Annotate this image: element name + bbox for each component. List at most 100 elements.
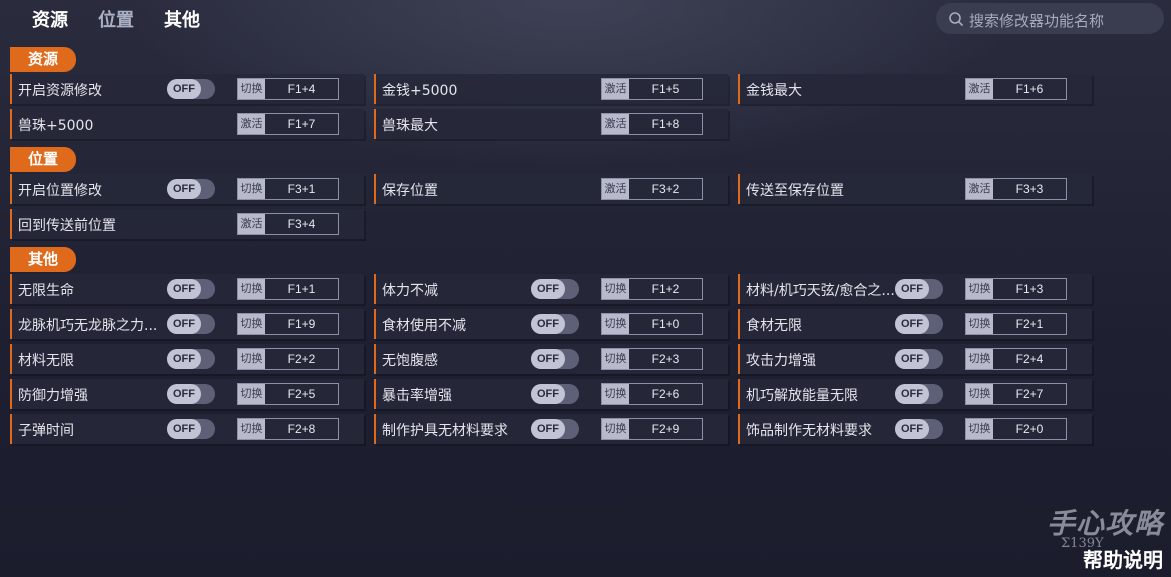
hotkey-action: 切换	[602, 314, 629, 334]
toggle-switch[interactable]: OFF	[531, 279, 579, 299]
branding: 手心攻略 Σ139Y 帮助说明	[1047, 502, 1163, 573]
cheat-label: 食材无限	[746, 318, 802, 334]
hotkey-action: 切换	[238, 419, 265, 439]
cheat-row: 传送至保存位置 激活 F3+3	[738, 174, 1092, 204]
cheat-row: 兽珠最大 激活 F1+8	[374, 109, 728, 139]
tab-other[interactable]: 其他	[164, 6, 200, 32]
hotkey-button[interactable]: 切换 F1+1	[237, 278, 339, 300]
toggle-switch[interactable]: OFF	[895, 314, 943, 334]
toggle-state: OFF	[895, 349, 929, 369]
hotkey-button[interactable]: 切换 F2+3	[601, 348, 703, 370]
cheat-label: 传送至保存位置	[746, 183, 844, 199]
hotkey-action: 切换	[966, 349, 993, 369]
hotkey-action: 切换	[602, 349, 629, 369]
hotkey-key: F1+7	[287, 117, 316, 131]
toggle-state: OFF	[895, 384, 929, 404]
hotkey-action: 切换	[966, 384, 993, 404]
hotkey-button[interactable]: 激活 F1+7	[237, 113, 339, 135]
cheat-row: 材料无限 OFF 切换 F2+2	[10, 344, 364, 374]
toggle-switch[interactable]: OFF	[531, 384, 579, 404]
cheat-row: 机巧解放能量无限 OFF 切换 F2+7	[738, 379, 1092, 409]
toggle-switch[interactable]: OFF	[895, 419, 943, 439]
toggle-state: OFF	[895, 279, 929, 299]
hotkey-button[interactable]: 切换 F2+5	[237, 383, 339, 405]
hotkey-key: F3+4	[287, 217, 316, 231]
toggle-switch[interactable]: OFF	[167, 349, 215, 369]
hotkey-button[interactable]: 切换 F2+1	[965, 313, 1067, 335]
hotkey-button[interactable]: 切换 F3+1	[237, 178, 339, 200]
hotkey-key: F3+3	[1015, 182, 1044, 196]
toggle-state: OFF	[167, 279, 201, 299]
hotkey-button[interactable]: 激活 F1+5	[601, 78, 703, 100]
hotkey-button[interactable]: 切换 F1+2	[601, 278, 703, 300]
tab-position[interactable]: 位置	[98, 6, 134, 32]
cheat-label: 无限生命	[18, 283, 74, 299]
hotkey-button[interactable]: 切换 F2+6	[601, 383, 703, 405]
hotkey-button[interactable]: 切换 F2+0	[965, 418, 1067, 440]
cheat-row: 兽珠+5000 激活 F1+7	[10, 109, 364, 139]
toggle-state: OFF	[895, 419, 929, 439]
hotkey-key: F1+4	[287, 82, 316, 96]
section-title: 其他	[10, 247, 76, 272]
toggle-state: OFF	[531, 279, 565, 299]
cheat-label: 饰品制作无材料要求	[746, 423, 872, 439]
hotkey-key: F2+5	[287, 387, 316, 401]
toggle-state: OFF	[531, 314, 565, 334]
hotkey-key: F2+2	[287, 352, 316, 366]
hotkey-action: 激活	[602, 179, 629, 199]
cheat-row: 材料/机巧天弦/愈合之... OFF 切换 F1+3	[738, 274, 1092, 304]
cheat-row: 防御力增强 OFF 切换 F2+5	[10, 379, 364, 409]
cheat-row: 无饱腹感 OFF 切换 F2+3	[374, 344, 728, 374]
toggle-switch[interactable]: OFF	[167, 79, 215, 99]
toggle-state: OFF	[531, 419, 565, 439]
hotkey-key: F2+1	[1015, 317, 1044, 331]
toggle-switch[interactable]: OFF	[531, 419, 579, 439]
hotkey-action: 切换	[602, 419, 629, 439]
cheat-label: 开启位置修改	[18, 183, 102, 199]
toggle-switch[interactable]: OFF	[167, 314, 215, 334]
search-box[interactable]: 搜索修改器功能名称	[936, 3, 1164, 34]
hotkey-button[interactable]: 激活 F3+2	[601, 178, 703, 200]
toggle-switch[interactable]: OFF	[167, 419, 215, 439]
hotkey-button[interactable]: 切换 F2+4	[965, 348, 1067, 370]
toggle-switch[interactable]: OFF	[895, 349, 943, 369]
hotkey-action: 切换	[602, 279, 629, 299]
hotkey-button[interactable]: 切换 F1+4	[237, 78, 339, 100]
cheat-row: 暴击率增强 OFF 切换 F2+6	[374, 379, 728, 409]
hotkey-action: 切换	[238, 179, 265, 199]
tab-resources[interactable]: 资源	[32, 6, 68, 32]
hotkey-button[interactable]: 切换 F2+7	[965, 383, 1067, 405]
hotkey-button[interactable]: 切换 F2+8	[237, 418, 339, 440]
cheat-label: 兽珠最大	[382, 118, 438, 134]
toggle-switch[interactable]: OFF	[167, 179, 215, 199]
hotkey-key: F1+1	[287, 282, 316, 296]
hotkey-button[interactable]: 激活 F1+8	[601, 113, 703, 135]
hotkey-button[interactable]: 激活 F1+6	[965, 78, 1067, 100]
hotkey-button[interactable]: 切换 F1+9	[237, 313, 339, 335]
toggle-state: OFF	[167, 384, 201, 404]
hotkey-key: F2+4	[1015, 352, 1044, 366]
hotkey-key: F3+1	[287, 182, 316, 196]
hotkey-action: 激活	[966, 179, 993, 199]
cheat-label: 体力不减	[382, 283, 438, 299]
toggle-switch[interactable]: OFF	[167, 279, 215, 299]
toggle-switch[interactable]: OFF	[531, 349, 579, 369]
hotkey-button[interactable]: 切换 F2+9	[601, 418, 703, 440]
toggle-switch[interactable]: OFF	[167, 384, 215, 404]
cheat-label: 制作护具无材料要求	[382, 423, 508, 439]
hotkey-button[interactable]: 切换 F2+2	[237, 348, 339, 370]
section-title: 资源	[10, 47, 76, 72]
hotkey-button[interactable]: 激活 F3+4	[237, 213, 339, 235]
cheat-row: 金钱+5000 激活 F1+5	[374, 74, 728, 104]
cheat-label: 开启资源修改	[18, 83, 102, 99]
toggle-switch[interactable]: OFF	[895, 279, 943, 299]
hotkey-button[interactable]: 激活 F3+3	[965, 178, 1067, 200]
hotkey-button[interactable]: 切换 F1+0	[601, 313, 703, 335]
cheat-row: 保存位置 激活 F3+2	[374, 174, 728, 204]
toggle-switch[interactable]: OFF	[531, 314, 579, 334]
cheat-row: 饰品制作无材料要求 OFF 切换 F2+0	[738, 414, 1092, 444]
hotkey-button[interactable]: 切换 F1+3	[965, 278, 1067, 300]
toggle-switch[interactable]: OFF	[895, 384, 943, 404]
hotkey-key: F1+0	[651, 317, 680, 331]
cheat-label: 兽珠+5000	[18, 118, 94, 134]
